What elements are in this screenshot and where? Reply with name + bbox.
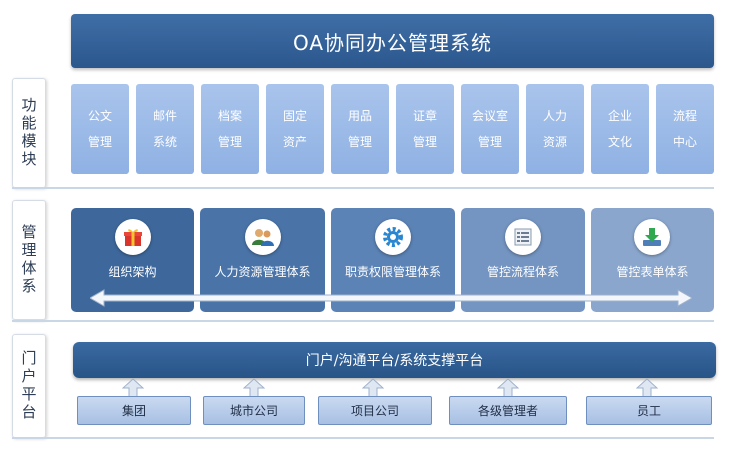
- section-label-portal-text: 门户平台: [19, 350, 38, 422]
- up-arrow: [243, 378, 265, 398]
- module-line2: 中心: [672, 135, 697, 149]
- user-box-group[interactable]: 集团: [77, 396, 191, 425]
- section-label-modules-text: 功能模块: [19, 97, 38, 169]
- module-box[interactable]: 公文 管理: [71, 84, 129, 174]
- module-line2: 管理: [217, 135, 242, 149]
- user-box-employees[interactable]: 员工: [586, 396, 712, 425]
- section-divider: [12, 187, 714, 189]
- module-line2: 管理: [347, 135, 372, 149]
- module-box[interactable]: 证章 管理: [396, 84, 454, 174]
- module-line2: 资产: [282, 135, 307, 149]
- user-box-managers[interactable]: 各级管理者: [449, 396, 567, 425]
- module-line2: 系统: [152, 135, 177, 149]
- section-divider: [12, 320, 714, 322]
- gear-icon: [375, 219, 411, 255]
- module-line1: 邮件: [152, 109, 177, 123]
- system-label: 职责权限管理体系: [344, 265, 441, 279]
- module-line2: 管理: [87, 135, 112, 149]
- module-box[interactable]: 档案 管理: [201, 84, 259, 174]
- module-line1: 人力: [542, 109, 567, 123]
- people-icon: [245, 219, 281, 255]
- portal-bar[interactable]: 门户/沟通平台/系统支撑平台: [73, 342, 716, 378]
- title-banner: OA协同办公管理系统: [71, 14, 714, 68]
- module-line2: 管理: [412, 135, 437, 149]
- section-label-portal: 门户平台: [12, 334, 46, 438]
- module-box[interactable]: 邮件 系统: [136, 84, 194, 174]
- system-label: 管控表单体系: [616, 265, 689, 279]
- section-label-modules: 功能模块: [12, 78, 46, 188]
- module-box[interactable]: 用品 管理: [331, 84, 389, 174]
- module-line2: 管理: [477, 135, 502, 149]
- module-box[interactable]: 会议室 管理: [461, 84, 519, 174]
- module-box[interactable]: 固定 资产: [266, 84, 324, 174]
- module-line1: 公文: [87, 109, 112, 123]
- module-line2: 文化: [607, 135, 632, 149]
- system-label: 人力资源管理体系: [214, 265, 311, 279]
- module-line1: 企业: [607, 109, 632, 123]
- system-label: 组织架构: [108, 265, 157, 279]
- module-box[interactable]: 流程 中心: [656, 84, 714, 174]
- module-line1: 流程: [672, 109, 697, 123]
- up-arrow: [122, 378, 144, 398]
- module-line1: 档案: [217, 109, 242, 123]
- module-line1: 用品: [347, 109, 372, 123]
- up-arrow: [497, 378, 519, 398]
- user-box-project-company[interactable]: 项目公司: [318, 396, 432, 425]
- module-row: 公文 管理 邮件 系统 档案 管理 固定 资产 用品 管理 证章 管理 会议室 …: [71, 84, 714, 174]
- section-label-management-text: 管理体系: [19, 224, 38, 296]
- list-document-icon: [505, 219, 541, 255]
- section-label-management: 管理体系: [12, 200, 46, 320]
- double-arrow: [90, 289, 692, 307]
- up-arrow: [362, 378, 384, 398]
- module-box[interactable]: 人力 资源: [526, 84, 584, 174]
- module-line2: 资源: [542, 135, 567, 149]
- download-icon: [634, 219, 670, 255]
- section-divider: [12, 437, 714, 439]
- module-line1: 证章: [412, 109, 437, 123]
- module-line1: 固定: [282, 109, 307, 123]
- gift-box-icon: [115, 219, 151, 255]
- up-arrow: [636, 378, 658, 398]
- module-box[interactable]: 企业 文化: [591, 84, 649, 174]
- module-line1: 会议室: [471, 109, 508, 123]
- user-box-city-company[interactable]: 城市公司: [203, 396, 305, 425]
- system-label: 管控流程体系: [486, 265, 559, 279]
